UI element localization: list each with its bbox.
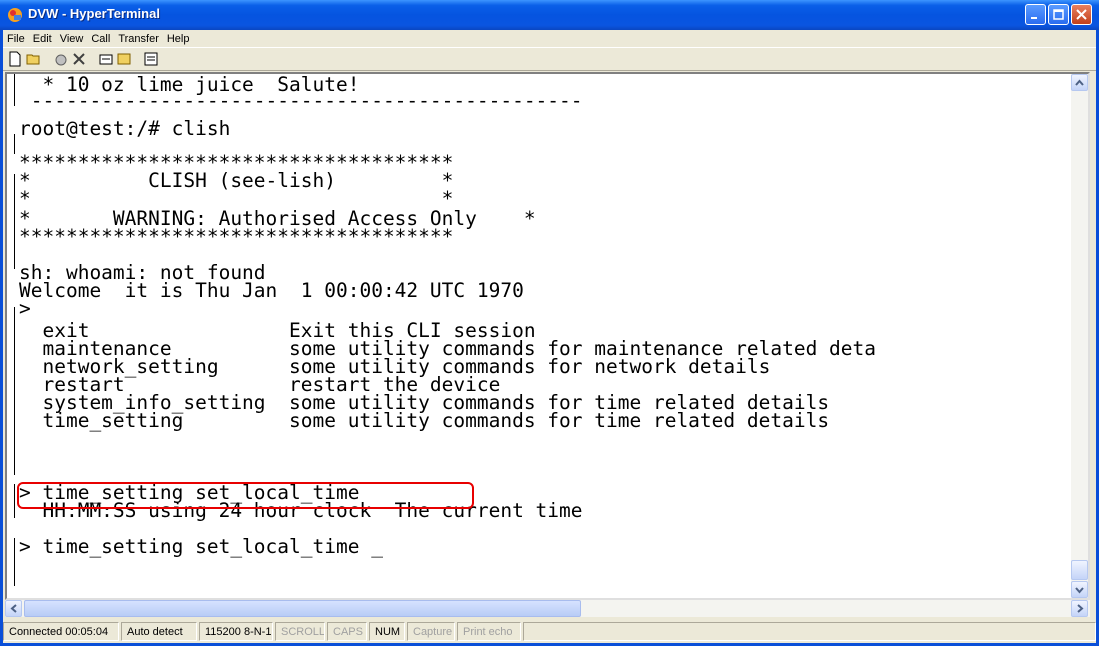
terminal-line: ----------------------------------------… (19, 89, 583, 112)
terminal-left-border (14, 538, 15, 586)
window-title: DVW - HyperTerminal (28, 6, 160, 21)
minimize-button[interactable] (1025, 4, 1046, 25)
highlight-box (17, 482, 474, 509)
terminal-left-border (14, 174, 15, 269)
terminal-output[interactable]: * 10 oz lime juice Salute! -------------… (7, 74, 1071, 598)
open-icon[interactable] (26, 51, 42, 67)
minimize-icon (1031, 17, 1037, 19)
menu-call[interactable]: Call (87, 33, 114, 45)
menu-bar: File Edit View Call Transfer Help (3, 30, 1096, 47)
menu-edit[interactable]: Edit (29, 33, 56, 45)
close-button[interactable] (1071, 4, 1092, 25)
scroll-right-button[interactable] (1071, 600, 1088, 617)
status-scroll: SCROLL (275, 622, 325, 641)
status-connected: Connected 00:05:04 (3, 622, 119, 641)
properties-icon[interactable] (143, 51, 159, 67)
status-filler (523, 622, 1096, 641)
send-icon[interactable] (98, 51, 114, 67)
menu-file[interactable]: File (3, 33, 29, 45)
terminal-left-border (14, 74, 15, 106)
chevron-left-icon (10, 604, 17, 613)
menu-view[interactable]: View (56, 33, 88, 45)
maximize-icon (1053, 9, 1064, 20)
horizontal-scrollbar[interactable] (5, 600, 1090, 617)
terminal-left-border (14, 307, 15, 475)
chevron-down-icon (1075, 587, 1084, 594)
terminal-line: ************************************* (19, 225, 454, 248)
disconnect-icon[interactable] (71, 51, 87, 67)
close-icon (1076, 9, 1087, 20)
terminal-line: Welcome it is Thu Jan 1 00:00:42 UTC 197… (19, 279, 524, 302)
status-settings: 115200 8-N-1 (199, 622, 273, 641)
chevron-up-icon (1075, 79, 1084, 86)
maximize-button[interactable] (1048, 4, 1069, 25)
status-detect: Auto detect (121, 622, 197, 641)
terminal-line: > time_setting set_local_time _ (19, 535, 383, 558)
hyperterminal-icon (8, 8, 22, 22)
toolbar (3, 47, 1096, 71)
terminal-left-border (14, 134, 15, 154)
receive-icon[interactable] (116, 51, 132, 67)
vertical-scroll-thumb[interactable] (1071, 560, 1088, 580)
hyperterminal-window: DVW - HyperTerminal File Edit View Call … (0, 0, 1099, 646)
chevron-right-icon (1077, 604, 1084, 613)
terminal-panel[interactable]: * 10 oz lime juice Salute! -------------… (5, 72, 1090, 600)
status-capture: Capture (407, 622, 455, 641)
menu-help[interactable]: Help (163, 33, 194, 45)
horizontal-scroll-thumb[interactable] (24, 600, 581, 617)
terminal-line: > (19, 297, 31, 320)
connect-icon[interactable] (53, 51, 69, 67)
status-caps: CAPS (327, 622, 367, 641)
vertical-scrollbar[interactable] (1071, 74, 1088, 598)
terminal-line: time_setting some utility commands for t… (19, 409, 830, 432)
status-num: NUM (369, 622, 405, 641)
terminal-line: root@test:/# clish (19, 117, 231, 140)
status-bar: Connected 00:05:04 Auto detect 115200 8-… (3, 620, 1096, 643)
scroll-left-button[interactable] (5, 600, 22, 617)
scroll-down-button[interactable] (1071, 581, 1088, 598)
title-bar[interactable]: DVW - HyperTerminal (0, 0, 1099, 30)
terminal-left-border (14, 484, 15, 518)
terminal-line: * * (19, 187, 454, 210)
status-print-echo: Print echo (457, 622, 521, 641)
menu-transfer[interactable]: Transfer (114, 33, 163, 45)
scroll-up-button[interactable] (1071, 74, 1088, 91)
new-icon[interactable] (7, 51, 23, 67)
